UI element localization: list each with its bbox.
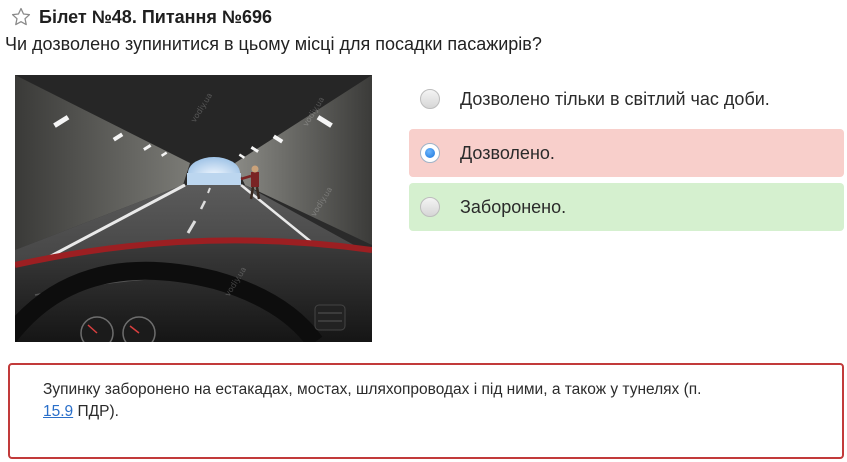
question-text: Чи дозволено зупинитися в цьому місці дл… [5,34,542,54]
explanation-box: Зупинку заборонено на естакадах, мостах,… [8,363,844,459]
explanation-suffix: ПДР). [77,403,119,420]
radio-unselected-icon[interactable] [420,89,440,109]
star-outline-icon[interactable] [10,6,32,28]
radio-unselected-icon[interactable] [420,197,440,217]
answer-label: Заборонено. [460,196,567,217]
question-image: vodiy.ua vodiy.ua vodiy.ua vodiy.ua [15,75,372,342]
answer-option-3[interactable]: Заборонено. [409,183,844,231]
answers-list: Дозволено тільки в світлий час доби. Доз… [409,75,844,237]
tunnel-scene-illustration: vodiy.ua vodiy.ua vodiy.ua vodiy.ua [15,75,372,342]
answer-option-1[interactable]: Дозволено тільки в світлий час доби. [409,75,844,123]
ticket-title: Білет №48. Питання №696 [39,6,272,27]
explanation-text: Зупинку заборонено на естакадах, мостах,… [43,381,702,398]
answer-label: Дозволено тільки в світлий час доби. [460,88,770,109]
answer-option-2[interactable]: Дозволено. [409,129,844,177]
question-header: Білет №48. Питання №696 [10,4,272,30]
radio-selected-icon[interactable] [420,143,440,163]
rule-link[interactable]: 15.9 [43,403,73,420]
answer-label: Дозволено. [460,142,555,163]
